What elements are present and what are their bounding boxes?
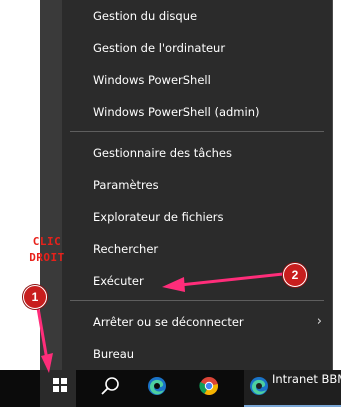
menu-item-label: Gestion de l'ordinateur xyxy=(93,41,226,55)
menu-separator xyxy=(70,300,324,301)
menu-item-label: Paramètres xyxy=(93,178,159,192)
menu-item-shutdown[interactable]: Arrêter ou se déconnecter › xyxy=(62,306,332,338)
taskbar-app-intranet[interactable]: Intranet BBM xyxy=(244,370,341,407)
annotation-line: DROIT xyxy=(29,251,65,264)
menu-item-label: Windows PowerShell xyxy=(93,73,211,87)
chrome-icon[interactable] xyxy=(198,375,220,397)
menu-item-file-explorer[interactable]: Explorateur de fichiers xyxy=(62,201,332,233)
menu-item-label: Windows PowerShell (admin) xyxy=(93,105,260,119)
taskbar: Intranet BBM xyxy=(0,370,341,407)
start-button[interactable] xyxy=(40,370,76,407)
chevron-right-icon: › xyxy=(316,314,322,329)
background-page-right xyxy=(333,0,341,370)
annotation-line: CLIC xyxy=(32,235,62,248)
annotation-badge-1: 1 xyxy=(23,285,47,309)
search-icon[interactable] xyxy=(100,375,122,397)
menu-item-label: Exécuter xyxy=(93,274,144,288)
taskbar-app-label: Intranet BBM xyxy=(272,372,341,386)
menu-item-powershell-admin[interactable]: Windows PowerShell (admin) xyxy=(62,96,332,128)
menu-item-label: Arrêter ou se déconnecter xyxy=(93,315,244,329)
edge-icon xyxy=(250,377,268,395)
winx-context-menu: Gestion du disque Gestion de l'ordinateu… xyxy=(62,0,333,371)
background-dim xyxy=(40,0,62,370)
screenshot-root: Gestion du disque Gestion de l'ordinateu… xyxy=(0,0,341,407)
menu-item-settings[interactable]: Paramètres xyxy=(62,169,332,201)
menu-item-label: Bureau xyxy=(93,347,135,361)
edge-icon[interactable] xyxy=(146,375,168,397)
background-page xyxy=(0,0,40,370)
menu-separator xyxy=(70,131,324,132)
menu-item-desktop[interactable]: Bureau xyxy=(62,338,332,370)
menu-item-label: Gestionnaire des tâches xyxy=(93,146,232,160)
menu-item-label: Explorateur de fichiers xyxy=(93,210,224,224)
windows-start-icon xyxy=(53,378,67,392)
menu-item-search[interactable]: Rechercher xyxy=(62,233,332,265)
menu-item-disk-management[interactable]: Gestion du disque xyxy=(62,0,332,32)
annotation-badge-2: 2 xyxy=(283,263,307,287)
annotation-right-click-label: CLIC DROIT xyxy=(22,234,72,266)
menu-item-computer-management[interactable]: Gestion de l'ordinateur xyxy=(62,32,332,64)
menu-item-label: Rechercher xyxy=(93,242,159,256)
menu-item-task-manager[interactable]: Gestionnaire des tâches xyxy=(62,137,332,169)
menu-item-powershell[interactable]: Windows PowerShell xyxy=(62,64,332,96)
menu-item-label: Gestion du disque xyxy=(93,9,198,23)
